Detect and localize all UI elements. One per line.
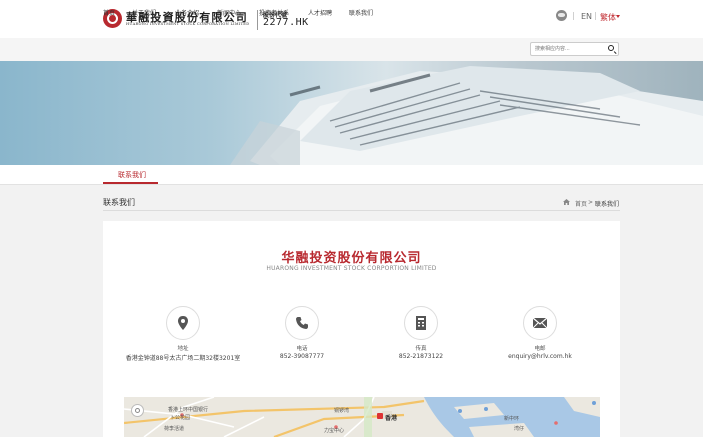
map-label: 力宝中心 xyxy=(324,428,345,434)
language-separator: | xyxy=(572,11,575,20)
company-name-cn: 华融投资股份有限公司 xyxy=(281,251,422,266)
contact-email-value[interactable]: enquiry@hrlv.com.hk xyxy=(460,353,620,360)
location-pin-icon xyxy=(166,306,200,340)
divider xyxy=(103,210,620,211)
map-label: 新中环 xyxy=(504,416,520,422)
map-navigation-icon[interactable] xyxy=(131,404,144,417)
breadcrumb-current: 联系我们 xyxy=(595,201,620,208)
nav-item-about[interactable]: 关于我们 xyxy=(132,8,156,17)
nav-item-news[interactable]: 新闻中心 xyxy=(217,8,241,17)
chevron-down-icon[interactable] xyxy=(616,15,620,18)
language-tc-link[interactable]: 繁体 xyxy=(600,12,616,23)
company-name-en: HUARONG INVESTMENT STOCK CORPORTION LIMI… xyxy=(266,265,437,272)
tab-contact-label[interactable]: 联系我们 xyxy=(118,170,146,180)
search-icon[interactable] xyxy=(608,45,614,51)
map-label-hong-kong: 香港 xyxy=(385,415,398,422)
newspaper-banner-image xyxy=(230,66,703,165)
search-box xyxy=(530,42,619,56)
page-title: 联系我们 xyxy=(103,198,135,207)
map-label: 香港上环中国银行 xyxy=(168,407,209,413)
logo-divider xyxy=(257,10,258,30)
globe-icon xyxy=(556,10,567,21)
search-input[interactable] xyxy=(535,44,605,54)
fax-icon xyxy=(404,306,438,340)
map-label: 湾仔 xyxy=(514,426,525,432)
location-map[interactable]: 香港上环中国银行 卜公花园 荷李活道 铜锣湾 新中环 湾仔 力宝中心 xyxy=(124,397,600,437)
map-label: 荷李活道 xyxy=(164,426,185,432)
stock-code: 2277.HK xyxy=(263,17,309,28)
phone-icon xyxy=(285,306,319,340)
map-label: 卜公花园 xyxy=(170,415,191,421)
nav-item-home[interactable]: 首页 xyxy=(103,8,115,17)
nav-item-careers[interactable]: 人才招聘 xyxy=(308,8,332,17)
map-tiles xyxy=(124,397,600,437)
mail-icon xyxy=(523,306,557,340)
hero-banner xyxy=(0,61,703,165)
map-label: 铜锣湾 xyxy=(334,408,350,414)
nav-item-investor-relations[interactable]: 投资者关系 xyxy=(259,8,289,17)
nav-item-business[interactable]: 业务介绍 xyxy=(175,8,199,17)
breadcrumb-separator: > xyxy=(588,199,594,206)
language-en-link[interactable]: EN xyxy=(581,12,592,21)
language-separator: | xyxy=(594,11,597,20)
logo-english-name: HUARONG INVESTMENT STOCK CORPORATION LIM… xyxy=(126,22,250,26)
map-marker-icon[interactable] xyxy=(377,413,383,419)
breadcrumb-home-link[interactable]: 首页 xyxy=(575,199,587,208)
home-icon[interactable] xyxy=(563,199,570,205)
contact-email-label: 电邮 xyxy=(534,346,546,352)
nav-item-contact[interactable]: 联系我们 xyxy=(349,8,373,17)
